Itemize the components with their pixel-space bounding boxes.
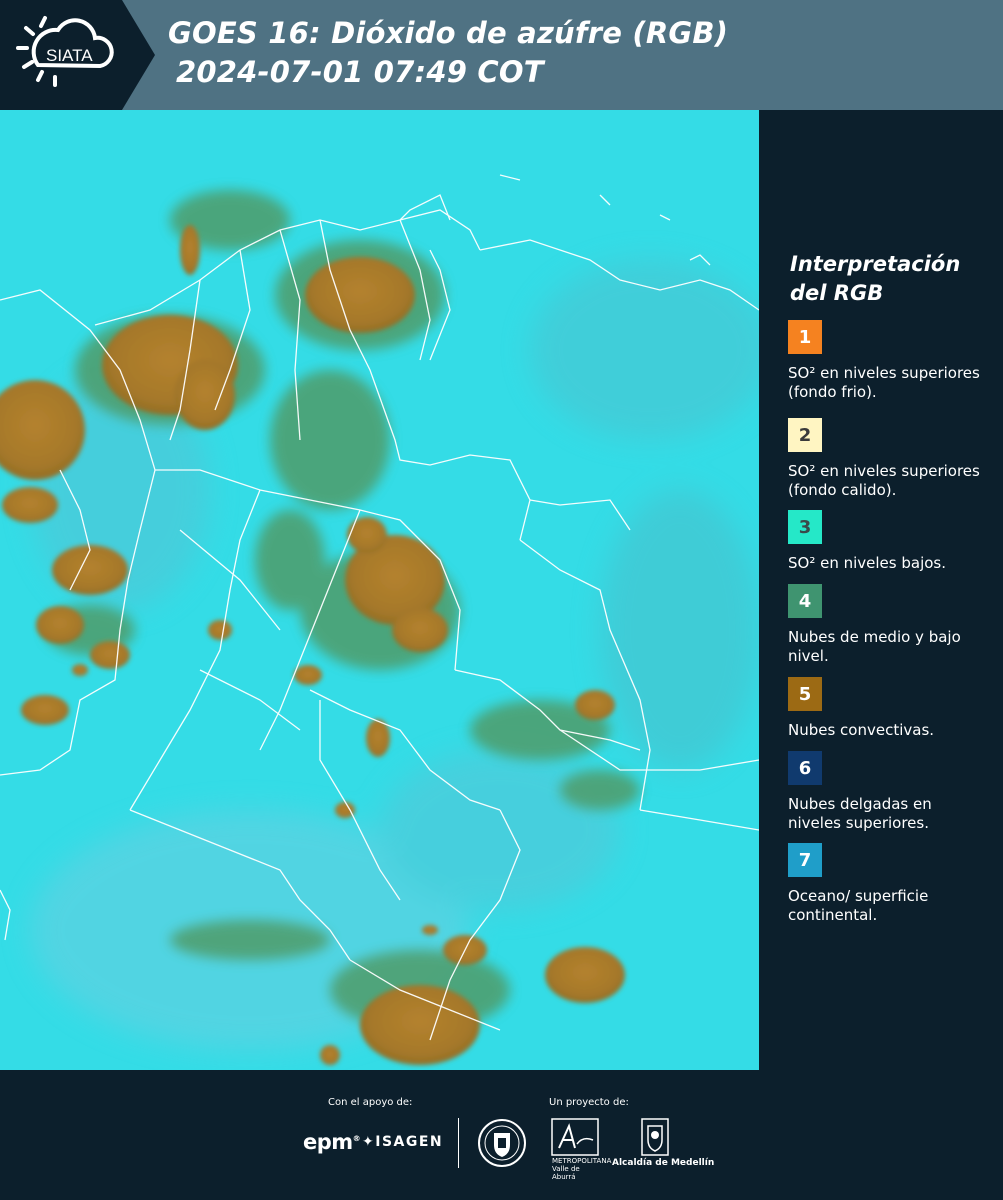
project-label: Un proyecto de: <box>549 1097 629 1108</box>
legend-number-3: 3 <box>798 516 812 538</box>
legend-item-6: 6 Nubes delgadas en niveles superiores. <box>788 751 988 833</box>
isagen-logo-text: ISAGEN <box>375 1134 444 1150</box>
legend-item-2: 2 SO² en niveles superiores (fondo calid… <box>788 418 988 500</box>
legend-swatch-1: 1 <box>788 320 822 354</box>
legend-item-7: 7 Oceano/ superficie continental. <box>788 843 988 925</box>
header-bar: SIATA GOES 16: Dióxido de azúfre (RGB) 2… <box>0 0 1003 110</box>
legend-item-4: 4 Nubes de medio y bajo nivel. <box>788 584 988 666</box>
area-metropolitana-logo-icon <box>551 1118 599 1156</box>
siata-logo-text: SIATA <box>46 46 93 65</box>
legend-number-4: 4 <box>798 590 812 612</box>
legend-label-4: Nubes de medio y bajo nivel. <box>788 628 961 665</box>
rgb-legend: Interpretación del RGB 1 SO² en niveles … <box>760 110 1003 1070</box>
legend-swatch-3: 3 <box>788 510 822 544</box>
legend-number-7: 7 <box>798 849 812 871</box>
legend-label-1: SO² en niveles superiores (fondo frio). <box>788 364 980 401</box>
medellin-seal-icon <box>478 1119 526 1167</box>
legend-label-6: Nubes delgadas en niveles superiores. <box>788 795 932 832</box>
satellite-map <box>0 110 759 1070</box>
epm-logo-text: epm <box>303 1130 353 1154</box>
siata-logo: SIATA <box>0 0 155 110</box>
legend-item-5: 5 Nubes convectivas. <box>788 677 988 740</box>
legend-swatch-6: 6 <box>788 751 822 785</box>
page-title: GOES 16: Dióxido de azúfre (RGB) <box>168 16 729 50</box>
isagen-logo: ✦ISAGEN <box>362 1134 443 1150</box>
legend-title-line1: Interpretación <box>790 252 961 276</box>
legend-label-5: Nubes convectivas. <box>788 721 935 739</box>
legend-item-3: 3 SO² en niveles bajos. <box>788 510 988 573</box>
legend-swatch-2: 2 <box>788 418 822 452</box>
legend-label-2: SO² en niveles superiores (fondo calido)… <box>788 462 980 499</box>
support-label: Con el apoyo de: <box>328 1097 413 1108</box>
legend-label-7: Oceano/ superficie continental. <box>788 887 929 924</box>
legend-label-3: SO² en niveles bajos. <box>788 554 947 572</box>
legend-number-1: 1 <box>798 326 812 348</box>
legend-item-1: 1 SO² en niveles superiores (fondo frio)… <box>788 320 988 402</box>
legend-swatch-5: 5 <box>788 677 822 711</box>
alcaldia-shield-icon <box>641 1118 669 1156</box>
legend-number-6: 6 <box>798 757 812 779</box>
legend-swatch-4: 4 <box>788 584 822 618</box>
epm-logo: epm® <box>303 1130 361 1154</box>
timestamp: 2024-07-01 07:49 COT <box>176 55 544 89</box>
legend-number-5: 5 <box>798 683 812 705</box>
legend-title-line2: del RGB <box>790 281 884 305</box>
legend-number-2: 2 <box>798 424 812 446</box>
alcaldia-text: Alcaldía de Medellín <box>612 1158 715 1168</box>
isagen-icon: ✦ <box>362 1134 376 1150</box>
footer-divider <box>458 1118 459 1168</box>
area-metropolitana-text: METROPOLITANA Valle de Aburrá <box>552 1157 612 1181</box>
legend-swatch-7: 7 <box>788 843 822 877</box>
legend-title: Interpretación del RGB <box>790 250 990 308</box>
